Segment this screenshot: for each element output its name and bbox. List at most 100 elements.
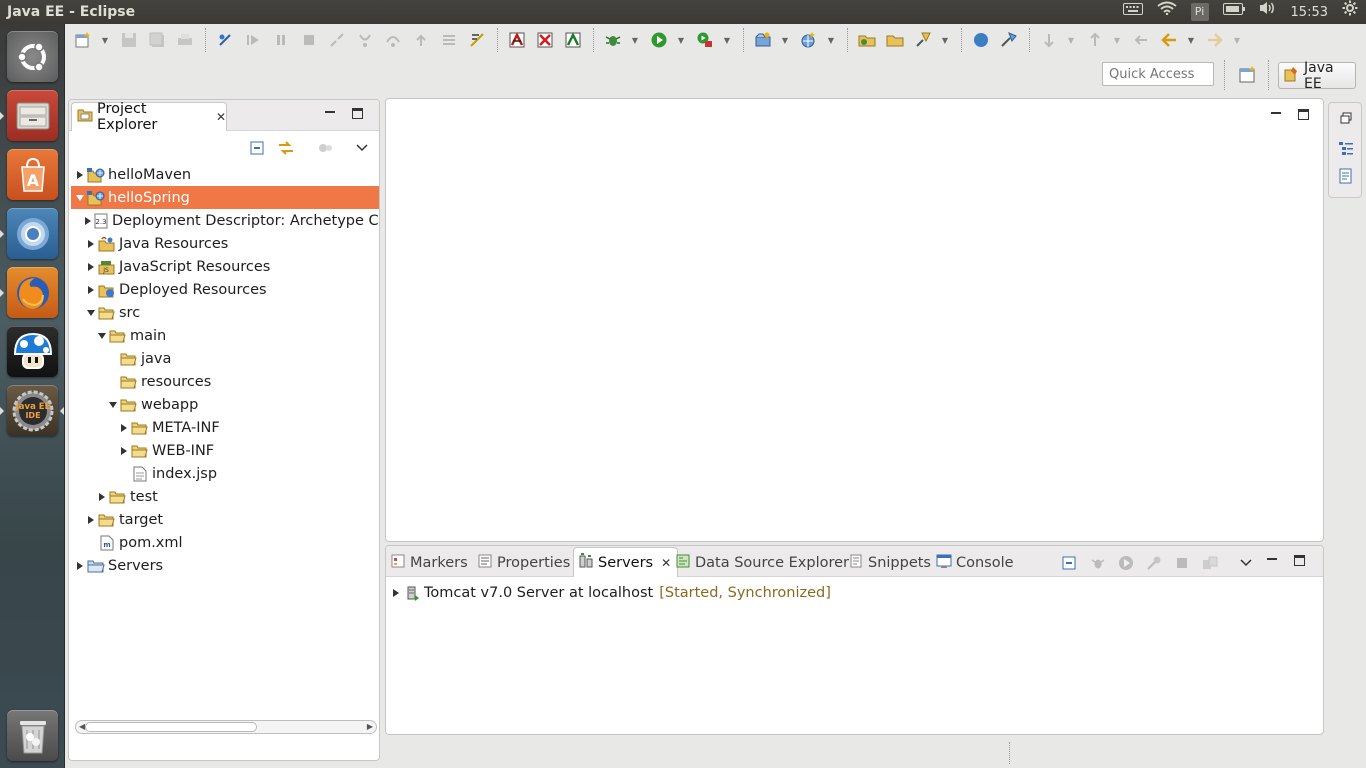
new-web-service-icon[interactable] [797, 28, 821, 52]
collapse-all-icon[interactable] [1062, 555, 1078, 571]
volume-icon[interactable] [1259, 0, 1277, 24]
skip-breakpoints-icon[interactable] [213, 28, 237, 52]
collapse-twisty-icon[interactable] [96, 330, 107, 341]
new-java-ee-project-icon[interactable] [751, 28, 775, 52]
keyboard-icon[interactable] [1122, 0, 1143, 24]
quick-access-input[interactable] [1102, 62, 1214, 86]
new-java-ee-dropdown-icon[interactable]: ▼ [779, 28, 791, 52]
task-list-icon[interactable] [1337, 167, 1355, 185]
run-on-server-icon[interactable] [505, 28, 529, 52]
collapse-all-icon[interactable] [249, 140, 267, 156]
tab-markers[interactable]: Markers [390, 553, 468, 573]
close-icon[interactable]: ✕ [661, 556, 671, 570]
java-ee-perspective-button[interactable]: Java EE [1278, 60, 1356, 92]
view-menu-icon[interactable] [353, 140, 371, 156]
minimize-icon[interactable] [324, 108, 336, 120]
collapse-twisty-icon[interactable] [107, 399, 118, 410]
tree-item[interactable]: index.jsp [71, 462, 379, 485]
maximize-icon[interactable] [352, 108, 363, 119]
tab-console[interactable]: Console [936, 553, 1014, 573]
tree-item[interactable]: webapp [71, 393, 379, 416]
expand-twisty-icon[interactable] [74, 169, 85, 180]
back-dropdown-icon[interactable]: ▼ [1185, 28, 1197, 52]
close-icon[interactable]: ✕ [216, 110, 226, 124]
annotation-navigate-icon[interactable] [997, 28, 1021, 52]
search-dropdown-icon[interactable]: ▼ [939, 28, 951, 52]
software-center-icon[interactable]: A [7, 149, 58, 200]
external-tools-icon[interactable] [693, 28, 717, 52]
collapse-twisty-icon[interactable] [85, 307, 96, 318]
expand-twisty-icon[interactable] [85, 261, 96, 272]
restore-icon[interactable] [1337, 109, 1355, 127]
tree-item[interactable]: 2.3 Deployment Descriptor: Archetype Crea [71, 209, 379, 232]
tree-item[interactable]: META-INF [71, 416, 379, 439]
tree-item[interactable]: WEB-INF [71, 439, 379, 462]
ubuntu-dash-icon[interactable] [7, 31, 58, 82]
tree-item[interactable]: helloSpring [71, 186, 379, 209]
chromium-icon[interactable] [7, 208, 58, 259]
settings-gear-icon[interactable] [1342, 0, 1358, 25]
outline-icon[interactable] [1337, 139, 1355, 157]
open-web-browser-icon[interactable] [969, 28, 993, 52]
tree-item[interactable]: src [71, 301, 379, 324]
minimize-icon[interactable] [1266, 555, 1278, 567]
tab-servers[interactable]: Servers ✕ [573, 547, 679, 577]
expand-twisty-icon[interactable] [118, 422, 129, 433]
stop-server-icon[interactable] [533, 28, 557, 52]
scroll-right-icon[interactable]: ▶ [367, 722, 373, 731]
tree-item[interactable]: main [71, 324, 379, 347]
debug-icon[interactable] [601, 28, 625, 52]
open-perspective-icon[interactable] [1237, 64, 1259, 86]
link-with-editor-icon[interactable] [277, 140, 295, 156]
new-web-service-dropdown-icon[interactable]: ▼ [825, 28, 837, 52]
expand-twisty-icon[interactable] [118, 445, 129, 456]
tree-item[interactable]: Deployed Resources [71, 278, 379, 301]
maximize-icon[interactable] [1294, 555, 1305, 566]
tree-item[interactable]: java [71, 347, 379, 370]
publish-server-icon[interactable] [561, 28, 585, 52]
tab-data-source-explorer[interactable]: Data Source Explorer [675, 553, 849, 573]
collapse-twisty-icon[interactable] [74, 192, 85, 203]
trash-icon[interactable] [7, 710, 58, 761]
run-dropdown-icon[interactable]: ▼ [675, 28, 687, 52]
mushroom-app-icon[interactable] [7, 326, 58, 377]
scrollbar-thumb[interactable] [85, 722, 257, 732]
tab-snippets[interactable]: Snippets [848, 553, 931, 573]
use-step-filters-icon[interactable] [465, 28, 489, 52]
user-indicator[interactable]: Pi [1190, 3, 1209, 21]
horizontal-scrollbar[interactable]: ◀ ▶ [75, 720, 377, 734]
expand-twisty-icon[interactable] [96, 491, 107, 502]
tab-properties[interactable]: Properties [477, 553, 570, 573]
tree-item[interactable]: m pom.xml [71, 531, 379, 554]
maximize-icon[interactable] [1298, 109, 1309, 120]
expand-twisty-icon[interactable] [74, 560, 85, 571]
expand-twisty-icon[interactable] [85, 514, 96, 525]
editor-area[interactable] [385, 98, 1324, 542]
run-icon[interactable] [647, 28, 671, 52]
tree-item[interactable]: helloMaven [71, 163, 379, 186]
battery-icon[interactable] [1222, 0, 1245, 24]
view-menu-icon[interactable] [1238, 555, 1254, 571]
open-task-icon[interactable] [883, 28, 907, 52]
back-icon[interactable] [1157, 28, 1181, 52]
new-dropdown-icon[interactable]: ▼ [99, 28, 111, 52]
wifi-icon[interactable] [1156, 0, 1177, 24]
tree-item[interactable]: test [71, 485, 379, 508]
tree-item[interactable]: resources [71, 370, 379, 393]
minimize-icon[interactable] [1270, 109, 1282, 121]
new-wizard-icon[interactable] [71, 28, 95, 52]
files-icon[interactable] [7, 90, 58, 141]
expand-twisty-icon[interactable] [390, 588, 401, 599]
firefox-icon[interactable] [7, 267, 58, 318]
expand-twisty-icon[interactable] [85, 238, 96, 249]
server-row[interactable]: Tomcat v7.0 Server at localhost [Started… [390, 582, 831, 604]
java-ee-ide-icon[interactable]: Java EE IDE [7, 385, 58, 436]
clock[interactable]: 15:53 [1291, 5, 1328, 20]
debug-dropdown-icon[interactable]: ▼ [629, 28, 641, 52]
external-tools-dropdown-icon[interactable]: ▼ [721, 28, 733, 52]
tab-project-explorer[interactable]: Project Explorer ✕ [71, 101, 227, 133]
tree-item[interactable]: JS JavaScript Resources [71, 255, 379, 278]
expand-twisty-icon[interactable] [85, 284, 96, 295]
tree-item[interactable]: target [71, 508, 379, 531]
expand-twisty-icon[interactable] [85, 215, 91, 226]
